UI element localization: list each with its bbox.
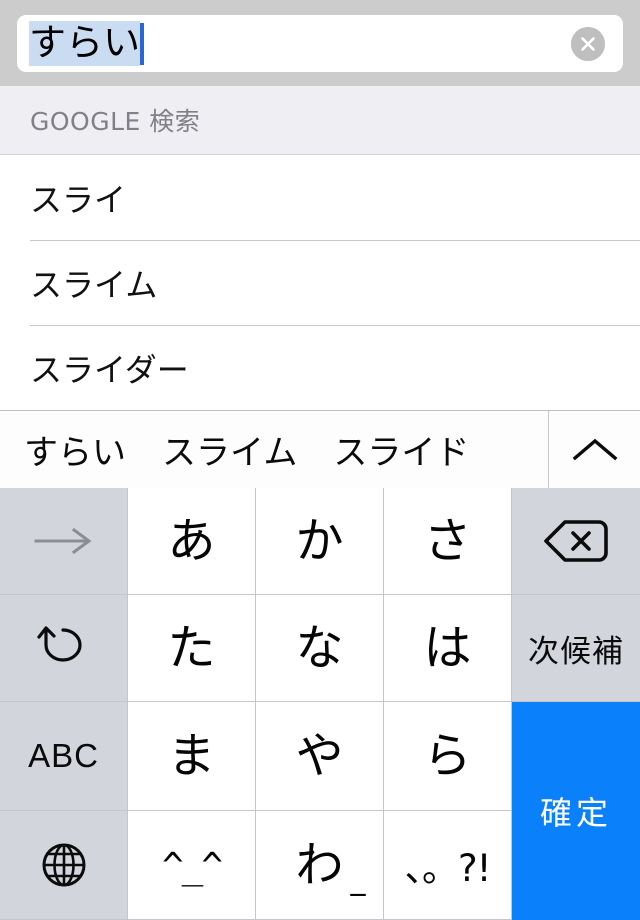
candidate-list: すらい スライム スライド bbox=[0, 411, 549, 488]
key-label-wrap: わ _ bbox=[295, 841, 365, 895]
key-delete[interactable] bbox=[512, 488, 640, 595]
suggestion-label: スライム bbox=[30, 265, 158, 304]
key-ha-row[interactable]: は bbox=[384, 595, 512, 702]
key-ra-row[interactable]: ら bbox=[384, 702, 512, 811]
key-ya-row[interactable]: や bbox=[256, 702, 384, 811]
key-label: 、。?! bbox=[404, 847, 492, 890]
key-label: ABC bbox=[28, 737, 99, 774]
suggestion-list: スライ スライム スライダー bbox=[0, 155, 640, 410]
key-label: ら bbox=[423, 728, 472, 784]
search-input-text-wrap: すらい bbox=[29, 15, 144, 72]
key-label-sub: _ bbox=[350, 862, 366, 897]
key-label: あ bbox=[167, 513, 216, 569]
suggestions-section-title: GOOGLE 検索 bbox=[30, 107, 201, 136]
key-wa-row[interactable]: わ _ bbox=[256, 811, 384, 920]
undo-icon bbox=[36, 622, 92, 674]
key-label: ^_^ bbox=[161, 846, 223, 887]
list-item[interactable]: スライ bbox=[0, 155, 640, 240]
globe-icon bbox=[40, 841, 88, 889]
delete-backspace-icon bbox=[543, 518, 609, 564]
key-next-candidate[interactable]: 次候補 bbox=[512, 595, 640, 702]
key-confirm[interactable]: 確定 bbox=[512, 702, 640, 920]
key-ma-row[interactable]: ま bbox=[128, 702, 256, 811]
key-label: な bbox=[295, 620, 344, 676]
suggestion-label: スライダー bbox=[30, 350, 189, 389]
key-label: わ bbox=[295, 837, 344, 893]
key-label: や bbox=[295, 728, 344, 784]
candidate-item[interactable]: スライム bbox=[162, 425, 297, 474]
screen: すらい GOOGLE 検索 スライ スライム スライダー すらい スライム スラ… bbox=[0, 0, 640, 920]
key-undo[interactable] bbox=[0, 595, 128, 702]
key-label: 次候補 bbox=[528, 633, 624, 670]
key-emoticon[interactable]: ^_^ bbox=[128, 811, 256, 920]
search-bar: すらい bbox=[0, 0, 640, 86]
suggestions-section-header: GOOGLE 検索 bbox=[0, 86, 640, 155]
key-ta-row[interactable]: た bbox=[128, 595, 256, 702]
key-label: 確定 bbox=[539, 794, 612, 832]
candidate-item[interactable]: すらい bbox=[24, 425, 126, 474]
text-caret bbox=[140, 22, 144, 65]
key-label: さ bbox=[423, 513, 472, 569]
key-sa-row[interactable]: さ bbox=[384, 488, 512, 595]
key-label: か bbox=[295, 513, 344, 569]
key-ka-row[interactable]: か bbox=[256, 488, 384, 595]
chevron-up-icon[interactable] bbox=[549, 411, 640, 488]
keyboard: あ か さ た な は 次候補 ABC ま や ら 確定 ^_^ わ _ 、。?… bbox=[0, 488, 640, 920]
key-a-row[interactable]: あ bbox=[128, 488, 256, 595]
key-na-row[interactable]: な bbox=[256, 595, 384, 702]
key-label: は bbox=[423, 620, 472, 676]
key-punctuation[interactable]: 、。?! bbox=[384, 811, 512, 920]
suggestion-label: スライ bbox=[30, 180, 127, 219]
key-globe-switch[interactable] bbox=[0, 811, 128, 920]
key-label: ま bbox=[167, 728, 216, 784]
key-abc-switch[interactable]: ABC bbox=[0, 702, 128, 811]
candidate-bar: すらい スライム スライド bbox=[0, 410, 640, 488]
list-item[interactable]: スライダー bbox=[0, 325, 640, 410]
clear-icon[interactable] bbox=[571, 26, 605, 61]
search-input[interactable]: すらい bbox=[17, 15, 623, 72]
key-cursor-right[interactable] bbox=[0, 488, 128, 595]
key-label: た bbox=[167, 620, 216, 676]
search-input-composing-text: すらい bbox=[29, 21, 140, 66]
candidate-item[interactable]: スライド bbox=[333, 425, 469, 474]
list-item[interactable]: スライム bbox=[0, 240, 640, 325]
